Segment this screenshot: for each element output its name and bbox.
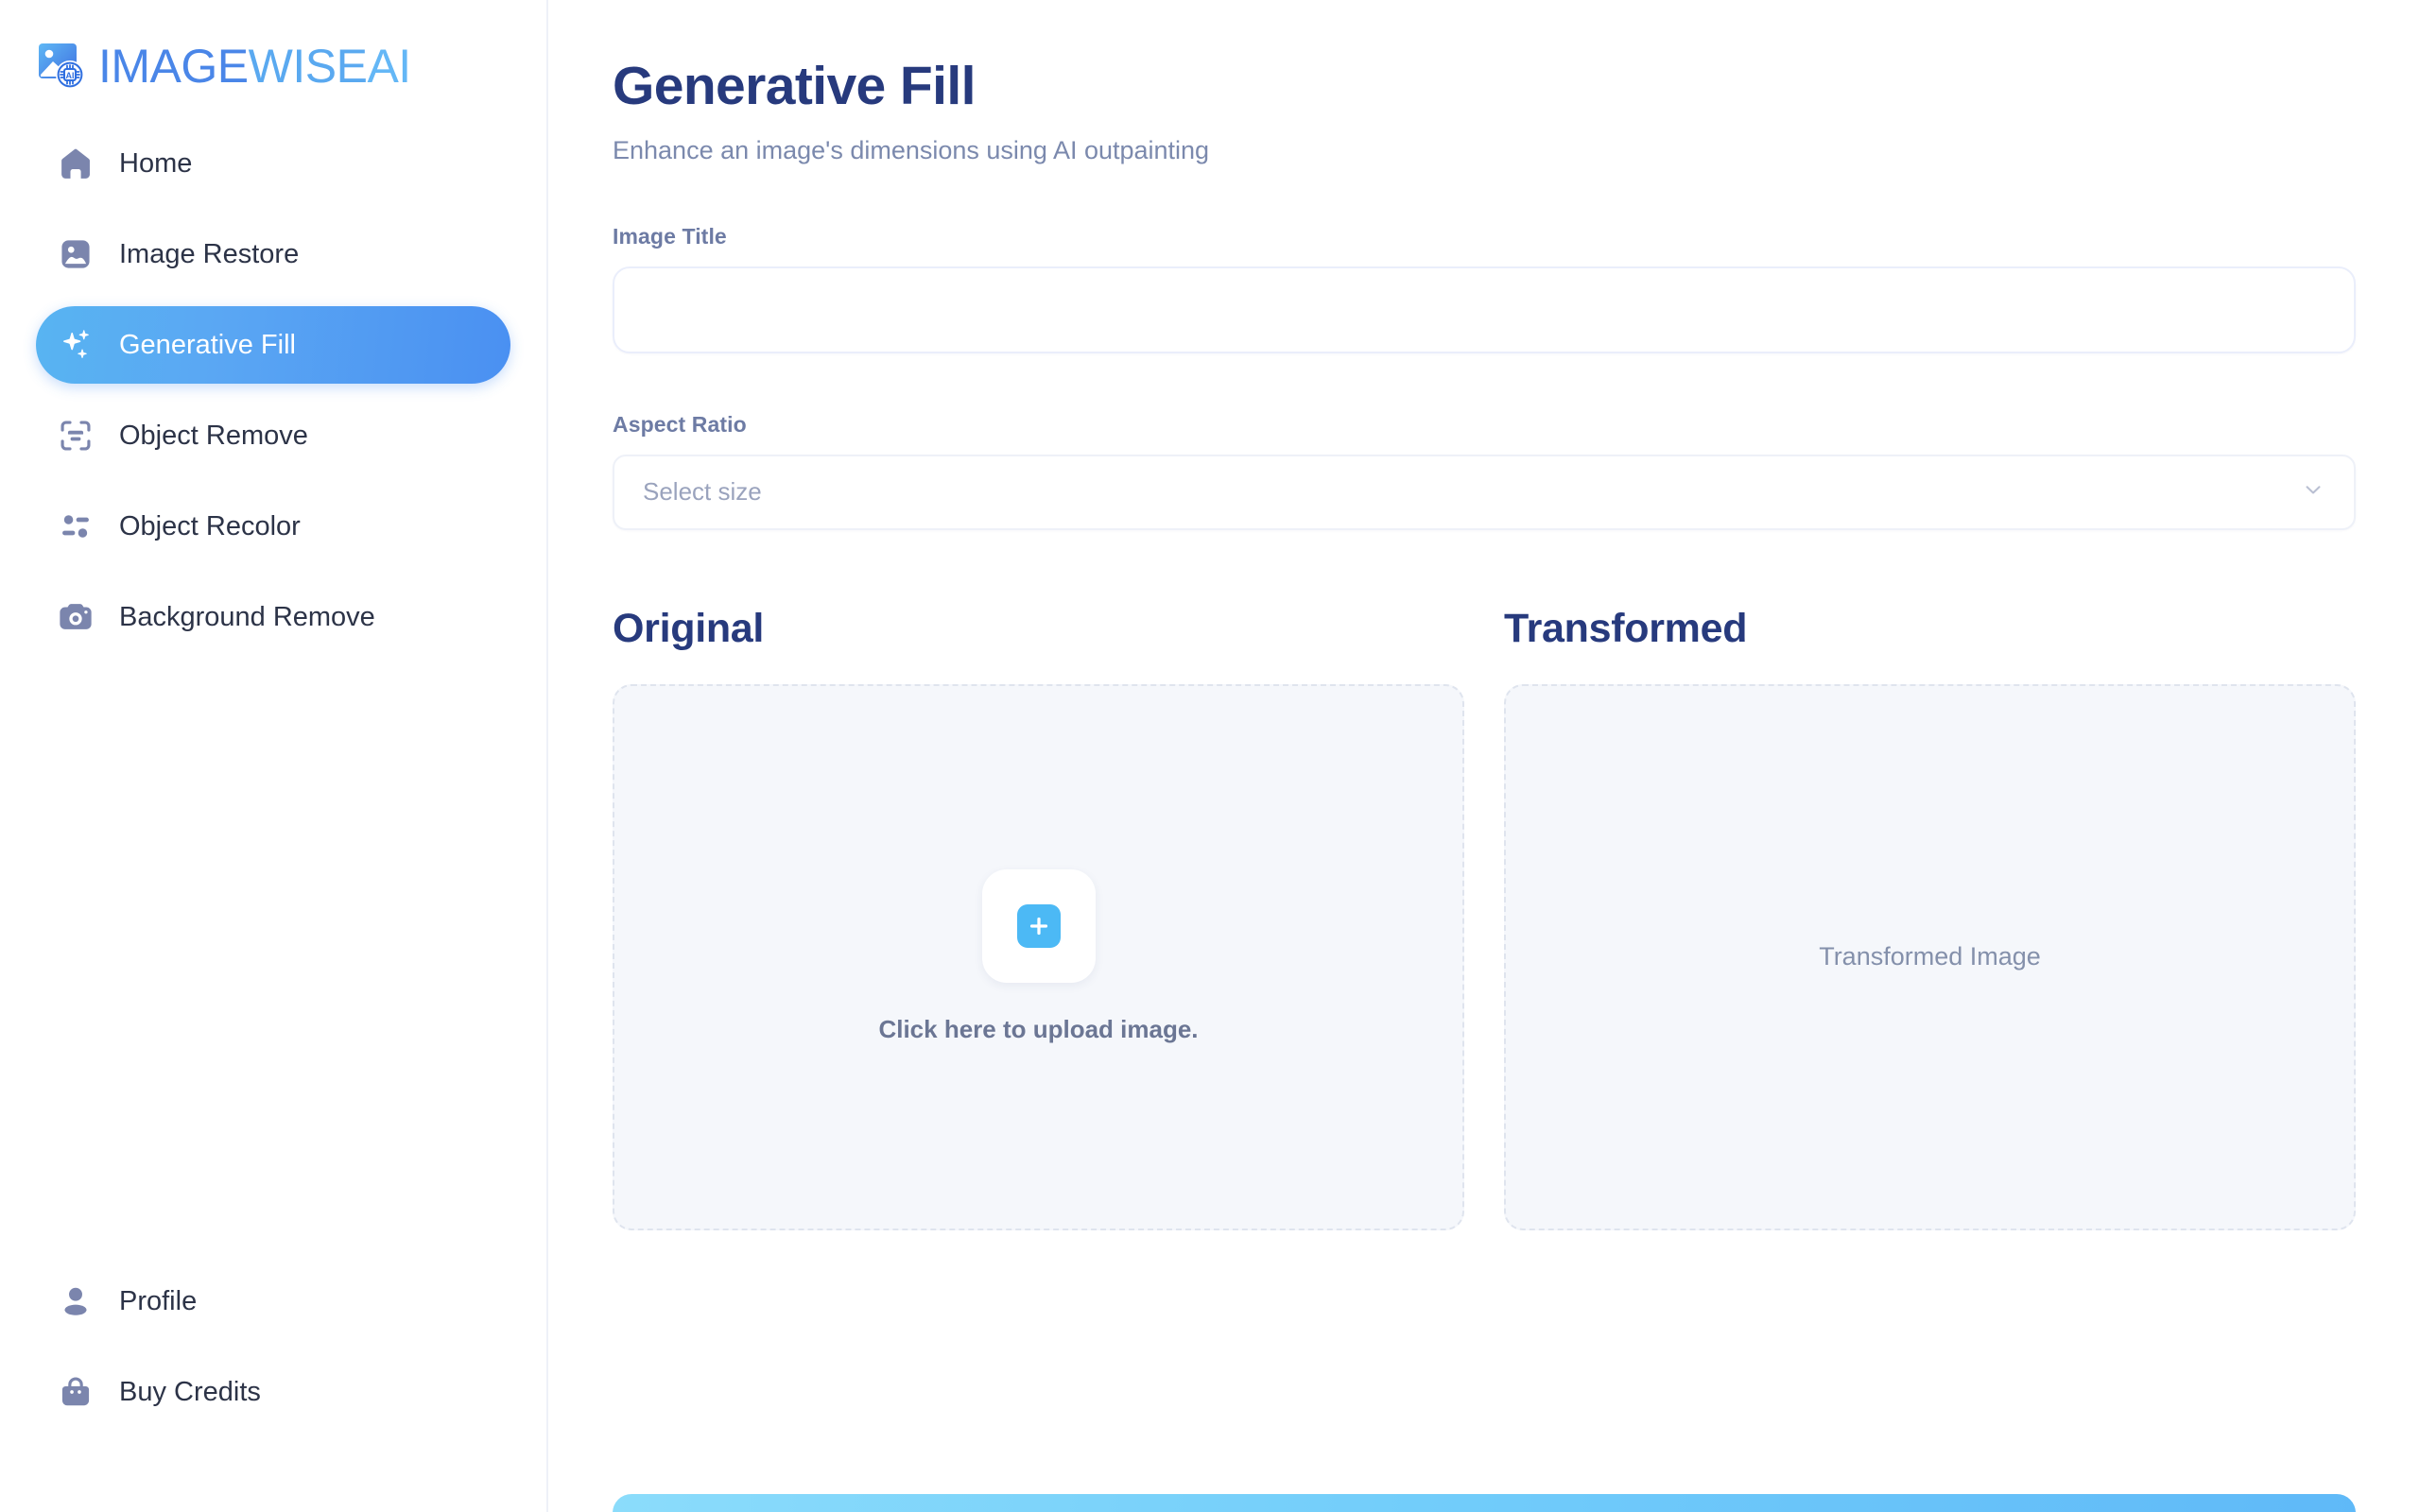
sidebar-item-label: Home [119, 147, 193, 179]
sidebar: AI IMAGEWISEAI Home Image Restore Genera… [0, 0, 548, 1512]
main-content: Generative Fill Enhance an image's dimen… [548, 0, 2420, 1512]
shopping-bag-icon [57, 1373, 95, 1411]
transformed-image-panel: Transformed Image [1504, 683, 2356, 1230]
aspect-ratio-field-group: Aspect Ratio Select size [613, 412, 2356, 530]
image-title-label: Image Title [613, 223, 727, 249]
plus-icon [1016, 904, 1061, 949]
svg-text:AI: AI [66, 71, 75, 80]
compare-grid: Original Click here to upload image. Tra… [613, 606, 2356, 1230]
image-title-input[interactable] [613, 266, 2356, 353]
sidebar-item-label: Profile [119, 1285, 198, 1316]
sidebar-item-image-restore[interactable]: Image Restore [36, 215, 510, 293]
page-subtitle: Enhance an image's dimensions using AI o… [613, 135, 1210, 164]
sidebar-item-label: Image Restore [119, 238, 300, 269]
sidebar-item-label: Object Remove [119, 420, 308, 451]
transformed-heading: Transformed [1504, 605, 1748, 651]
image-title-field-group: Image Title [613, 224, 2356, 353]
aspect-ratio-label: Aspect Ratio [613, 411, 747, 437]
sidebar-item-home[interactable]: Home [36, 125, 510, 202]
transformed-column: Transformed Transformed Image [1504, 606, 2356, 1230]
brand-name-part3: AI [367, 40, 411, 93]
camera-icon [57, 598, 95, 636]
sidebar-item-label: Buy Credits [119, 1376, 261, 1407]
sparkles-icon [57, 326, 95, 364]
submit-button[interactable] [613, 1494, 2356, 1512]
upload-plus-card[interactable] [981, 869, 1096, 984]
sidebar-primary-nav: Home Image Restore Generative Fill Objec… [0, 104, 546, 656]
original-heading: Original [613, 605, 765, 651]
page-title: Generative Fill [613, 56, 976, 116]
user-icon [57, 1282, 95, 1320]
sidebar-item-background-remove[interactable]: Background Remove [36, 578, 510, 656]
app-root: AI IMAGEWISEAI Home Image Restore Genera… [0, 0, 2420, 1512]
original-column: Original Click here to upload image. [613, 606, 1464, 1230]
sidebar-item-label: Background Remove [119, 601, 375, 632]
brand-logo[interactable]: AI IMAGEWISEAI [0, 0, 546, 104]
sidebar-item-buy-credits[interactable]: Buy Credits [36, 1353, 510, 1431]
sidebar-item-label: Generative Fill [119, 329, 296, 360]
sidebar-item-label: Object Recolor [119, 510, 301, 541]
aspect-ratio-selected-value: Select size [643, 477, 762, 507]
brand-name: IMAGEWISEAI [98, 43, 411, 90]
sidebar-item-object-recolor[interactable]: Object Recolor [36, 488, 510, 565]
brand-name-part1: IMAGE [98, 40, 249, 93]
upload-caption: Click here to upload image. [878, 1015, 1199, 1044]
sliders-icon [57, 507, 95, 545]
sidebar-item-object-remove[interactable]: Object Remove [36, 397, 510, 474]
transformed-placeholder-caption: Transformed Image [1819, 942, 2041, 971]
aspect-ratio-select[interactable]: Select size [613, 454, 2356, 530]
home-icon [57, 145, 95, 182]
image-ai-logo-icon: AI [36, 39, 91, 94]
sidebar-item-generative-fill[interactable]: Generative Fill [36, 306, 510, 384]
scan-object-icon [57, 417, 95, 455]
sidebar-item-profile[interactable]: Profile [36, 1263, 510, 1340]
image-upload-dropzone[interactable]: Click here to upload image. [613, 683, 1464, 1230]
sidebar-secondary-nav: Profile Buy Credits [0, 1263, 546, 1512]
brand-name-part2: WISE [248, 40, 368, 93]
chevron-down-icon [2301, 477, 2325, 507]
image-restore-icon [57, 235, 95, 273]
